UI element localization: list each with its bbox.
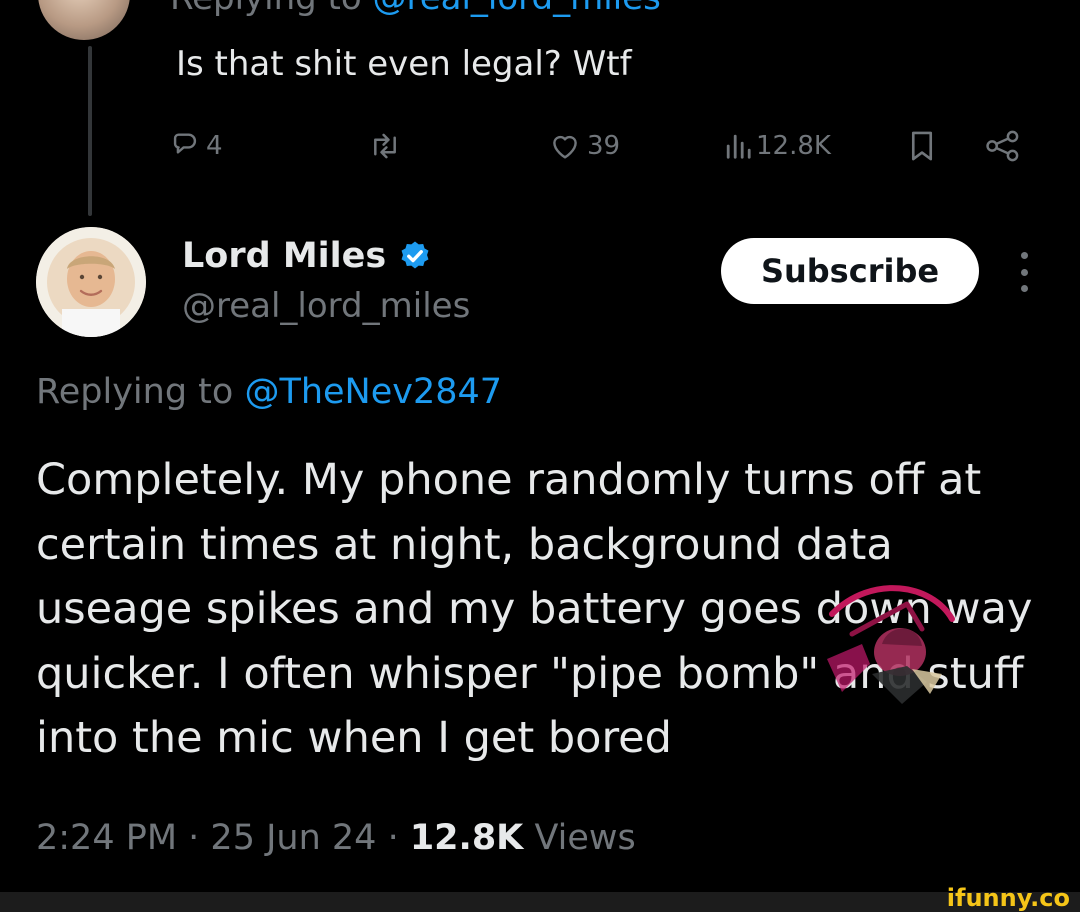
tweet-meta: 2:24 PM · 25 Jun 24 · 12.8K Views — [36, 818, 636, 858]
like-button[interactable]: 39 — [547, 124, 620, 168]
author-avatar-image — [36, 227, 146, 337]
views-icon — [726, 134, 751, 159]
replying-handle-link[interactable]: @TheNev2847 — [244, 372, 502, 412]
author-username[interactable]: @real_lord_miles — [182, 286, 470, 326]
tweet-views-count: 12.8K — [409, 818, 524, 858]
parent-replying-handle-link[interactable]: @real_lord_miles — [373, 0, 661, 18]
anime-sticker-image — [827, 585, 955, 704]
views-count: 12.8K — [756, 131, 831, 161]
watermark-bar — [0, 892, 1080, 912]
share-button[interactable] — [984, 124, 1022, 168]
replying-to: Replying to @TheNev2847 — [36, 372, 502, 412]
reply-icon — [173, 133, 197, 154]
views-button[interactable]: 12.8K — [724, 124, 831, 168]
parent-tweet-text: Is that shit even legal? Wtf — [176, 44, 632, 84]
ifunny-watermark: ifunny.co — [946, 884, 1070, 912]
like-count: 39 — [587, 131, 621, 161]
parent-replying-prefix: Replying to — [170, 0, 373, 18]
like-icon — [553, 135, 577, 159]
author-name-row: Lord Miles — [182, 236, 432, 276]
tweet-date: 25 Jun 24 — [210, 818, 377, 858]
author-avatar[interactable] — [36, 227, 146, 337]
retweet-icon — [374, 133, 396, 159]
replying-prefix: Replying to — [36, 372, 245, 412]
bookmark-icon — [911, 131, 933, 161]
tweet-views-label: Views — [534, 818, 636, 858]
author-display-name[interactable]: Lord Miles — [182, 236, 386, 276]
parent-replying-to: Replying to @real_lord_miles — [170, 0, 661, 18]
reply-button[interactable]: 4 — [168, 124, 223, 168]
verified-badge-icon — [401, 241, 429, 269]
subscribe-button[interactable]: Subscribe — [721, 238, 979, 304]
parent-avatar[interactable] — [38, 0, 130, 40]
retweet-button[interactable] — [367, 124, 403, 168]
tweet-time: 2:24 PM — [36, 818, 178, 858]
share-icon — [986, 130, 1019, 162]
more-options-icon[interactable] — [1014, 252, 1034, 292]
parent-action-bar: 4 39 12.8K — [0, 124, 1080, 168]
bookmark-button[interactable] — [906, 124, 938, 168]
reply-count: 4 — [206, 131, 223, 161]
